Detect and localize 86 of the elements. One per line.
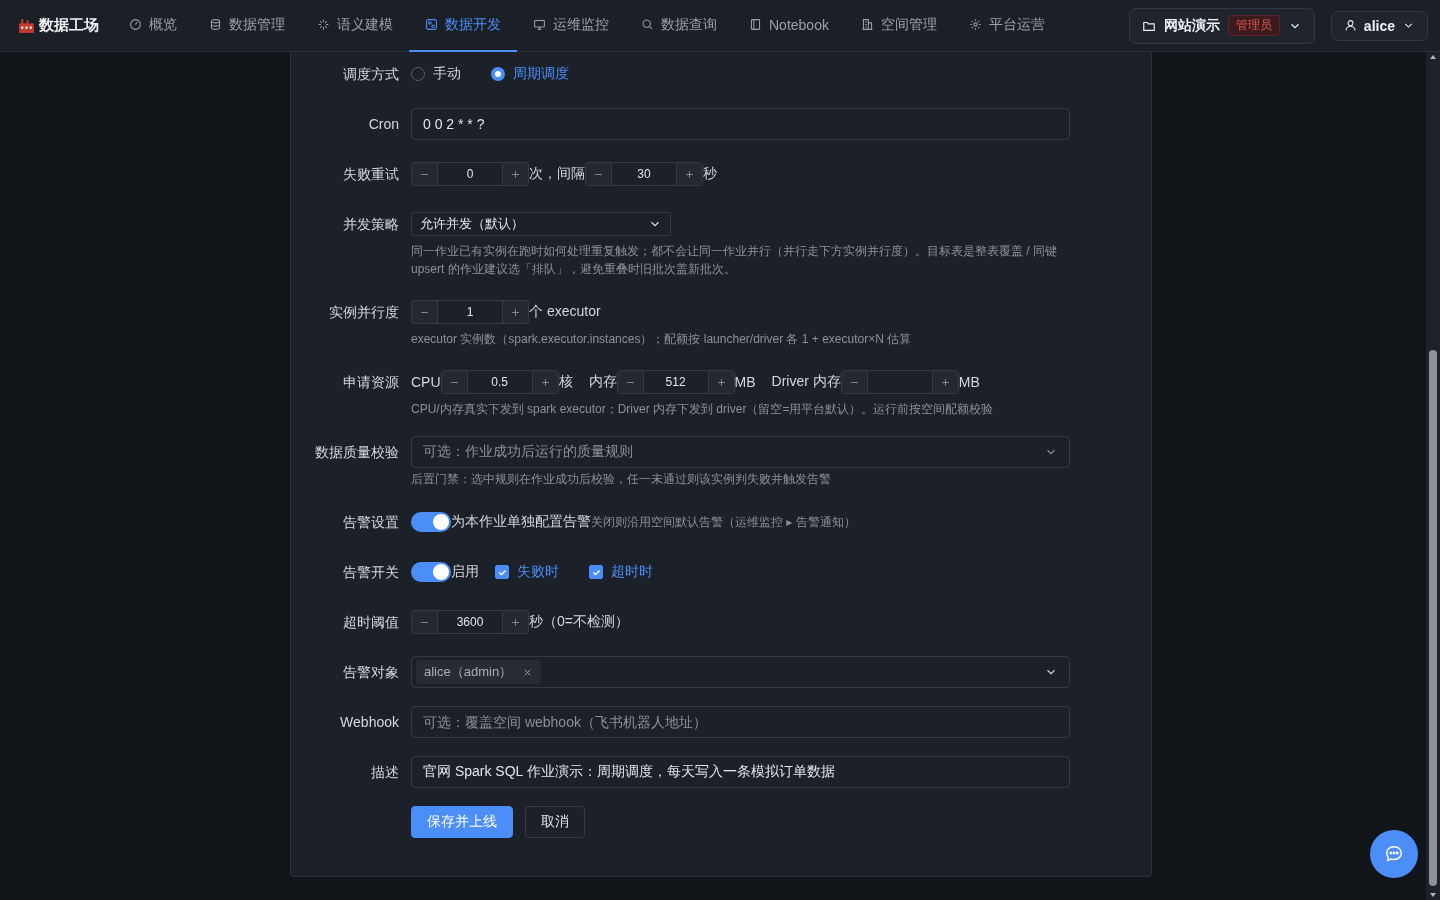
- help-text: 关闭则沿用空间默认告警（运维监控 ▸ 告警通知）: [591, 513, 856, 531]
- inline-text: 次，间隔: [529, 165, 585, 183]
- radio-circle[interactable]: [491, 67, 505, 81]
- multi-select-field[interactable]: alice（admin）: [411, 656, 1070, 688]
- chat-bubble-icon: [1383, 843, 1405, 865]
- number-stepper[interactable]: 30: [585, 162, 703, 186]
- plus-icon: [939, 376, 951, 388]
- text-field[interactable]: 官网 Spark SQL 作业演示：周期调度，每天写入一条模拟订单数据: [411, 756, 1070, 788]
- toggle-switch[interactable]: [411, 562, 451, 582]
- checkbox-option[interactable]: 超时时: [589, 563, 653, 581]
- gauge-icon: [129, 18, 142, 31]
- inline-text: MB: [734, 374, 756, 390]
- field-label: 告警开关: [343, 564, 399, 580]
- brand-name: 数据工场: [39, 16, 99, 35]
- code-icon: [425, 18, 438, 31]
- inline-text: 核: [558, 373, 573, 391]
- field-label: Webhook: [340, 714, 399, 730]
- field-label: 并发策略: [343, 216, 399, 232]
- field-label: 实例并行度: [329, 304, 399, 320]
- field-label: 告警设置: [343, 514, 399, 530]
- number-stepper[interactable]: 1: [411, 300, 529, 324]
- cancel-button[interactable]: 取消: [525, 806, 585, 838]
- nav-tab[interactable]: 数据管理: [193, 0, 301, 52]
- inline-text: 秒: [703, 165, 717, 183]
- inline-text: CPU: [411, 374, 441, 390]
- field-label: Cron: [368, 116, 399, 132]
- scrollbar-thumb[interactable]: [1429, 350, 1437, 886]
- field-label: 申请资源: [343, 374, 399, 390]
- help-text: 同一作业已有实例在跑时如何处理重复触发；都不会让同一作业并行（并行走下方实例并行度）。目标表是整表覆盖 / 同键 upsert 的作业建议选「排队」，避免重叠时旧批次盖新批次。: [411, 243, 1058, 278]
- inline-text: 秒（0=不检测）: [529, 613, 629, 631]
- help-text: CPU/内存真实下发到 spark executor；Driver 内存下发到 driver（留空=用平台默认）。运行前按空间配额校验: [411, 401, 995, 418]
- help-text: 后置门禁：选中规则在作业成功后校验，任一未通过则该实例判失败并触发告警: [411, 471, 832, 488]
- role-badge: 管理员: [1227, 15, 1280, 36]
- user-icon: [1343, 19, 1357, 32]
- plus-icon: [539, 376, 551, 388]
- field-label: 告警对象: [343, 664, 399, 680]
- workspace-switcher[interactable]: 网站演示 管理员: [1128, 7, 1315, 44]
- select-field[interactable]: 允许并发（默认）: [411, 212, 671, 236]
- nav-tab[interactable]: 运维监控: [517, 0, 625, 52]
- checkbox[interactable]: [495, 565, 509, 579]
- database-icon: [209, 18, 222, 31]
- inline-text: 个 executor: [529, 303, 601, 321]
- text-field[interactable]: 0 0 2 * * ?: [411, 108, 1070, 140]
- toggle-switch[interactable]: [411, 512, 451, 532]
- number-stepper[interactable]: 0.5: [440, 370, 559, 394]
- select-field[interactable]: 可选：作业成功后运行的质量规则: [411, 436, 1070, 468]
- nav-tab[interactable]: 空间管理: [844, 0, 953, 52]
- nav-tab[interactable]: 平台运营: [952, 0, 1061, 52]
- input-field[interactable]: 可选：覆盖空间 webhook（飞书机器人地址）: [411, 706, 1070, 738]
- building-icon: [860, 18, 874, 31]
- inline-text: MB: [958, 374, 980, 390]
- field-label: 失败重试: [343, 166, 399, 182]
- inline-text: 为本作业单独配置告警: [451, 513, 591, 531]
- monitor-icon: [533, 18, 546, 31]
- recipient-tag: alice（admin）: [416, 660, 542, 684]
- checkbox-option[interactable]: 失败时: [495, 563, 559, 581]
- plus-icon: [510, 306, 521, 318]
- inline-text: 启用: [451, 563, 479, 581]
- number-stepper[interactable]: 512: [616, 370, 735, 394]
- radio-option[interactable]: 周期调度: [491, 65, 569, 83]
- plus-icon: [684, 168, 695, 180]
- plus-icon: [715, 376, 727, 388]
- nav-tab[interactable]: Notebook: [733, 0, 845, 52]
- plus-icon: [510, 616, 521, 628]
- inline-text: 内存: [588, 373, 617, 391]
- nav-tab[interactable]: 概览: [113, 0, 193, 52]
- chat-button[interactable]: [1370, 830, 1418, 878]
- plus-icon: [510, 168, 521, 180]
- inline-text: Driver 内存: [771, 373, 841, 391]
- sparkle-icon: [317, 18, 330, 31]
- field-label: 超时阈值: [343, 614, 399, 630]
- field-label: 数据质量校验: [315, 444, 399, 460]
- field-label: 描述: [371, 764, 399, 780]
- checkbox[interactable]: [589, 565, 603, 579]
- number-stepper[interactable]: 3600: [411, 610, 529, 634]
- field-label: 调度方式: [343, 66, 399, 82]
- search-icon: [641, 18, 654, 31]
- factory-icon: [18, 17, 35, 34]
- user-menu[interactable]: alice: [1330, 10, 1428, 41]
- nav-tab[interactable]: 数据查询: [625, 0, 733, 52]
- help-text: executor 实例数（spark.executor.instances）；配额按 launcher/driver 各 1 + executor×N 估算: [411, 331, 913, 348]
- settings-icon: [968, 18, 982, 31]
- radio-option[interactable]: 手动: [411, 65, 461, 83]
- nav-tab[interactable]: 语义建模: [301, 0, 409, 52]
- number-stepper[interactable]: 0: [411, 162, 529, 186]
- notebook-icon: [749, 18, 762, 31]
